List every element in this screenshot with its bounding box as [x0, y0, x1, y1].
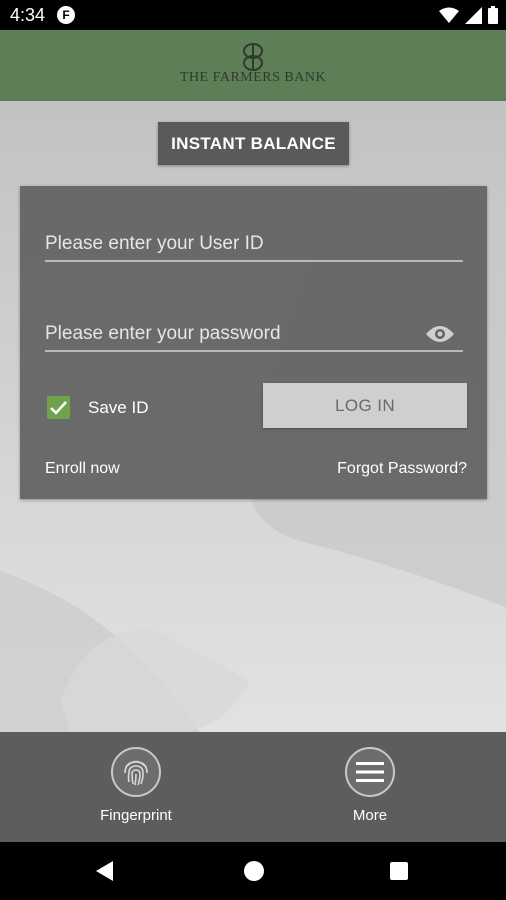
bank-logo-icon	[243, 43, 263, 71]
save-id-label: Save ID	[88, 397, 149, 417]
back-icon[interactable]	[95, 860, 115, 882]
login-button[interactable]: LOG IN	[263, 383, 467, 428]
instant-balance-button[interactable]: INSTANT BALANCE	[158, 122, 349, 165]
forgot-password-link[interactable]: Forgot Password?	[337, 460, 467, 478]
main-content: INSTANT BALANCE Save ID LOG IN Enroll no…	[0, 101, 506, 732]
fingerprint-button[interactable]: Fingerprint	[81, 747, 191, 824]
bank-logo-text: THE FARMERS BANK	[179, 70, 327, 85]
fingerprint-icon	[124, 760, 148, 786]
checkmark-icon	[50, 400, 67, 415]
battery-icon	[488, 6, 498, 24]
home-icon[interactable]	[244, 861, 264, 881]
app-notification-icon: F	[57, 6, 75, 24]
wifi-icon	[439, 7, 459, 23]
password-field-container	[45, 318, 463, 352]
status-time: 4:34	[10, 5, 46, 25]
fingerprint-label: Fingerprint	[100, 807, 172, 824]
system-nav-bar	[0, 842, 506, 900]
fingerprint-circle[interactable]	[111, 747, 161, 797]
more-button[interactable]: More	[315, 747, 425, 824]
save-id-checkbox[interactable]	[47, 396, 70, 419]
status-bar: 4:34 F	[0, 0, 506, 30]
bottom-action-bar: Fingerprint More	[0, 732, 506, 842]
user-id-field-container	[45, 228, 463, 262]
more-circle[interactable]	[345, 747, 395, 797]
enroll-now-link[interactable]: Enroll now	[45, 460, 120, 478]
show-password-icon[interactable]	[425, 324, 455, 344]
signal-icon	[465, 6, 482, 24]
more-label: More	[352, 807, 388, 824]
login-card: Save ID LOG IN Enroll now Forgot Passwor…	[20, 186, 487, 499]
status-icons	[439, 6, 498, 24]
user-id-input[interactable]	[45, 228, 463, 260]
save-id-toggle[interactable]: Save ID	[47, 396, 148, 419]
menu-icon	[356, 762, 384, 782]
password-input[interactable]	[45, 318, 415, 350]
recents-icon[interactable]	[390, 862, 408, 880]
